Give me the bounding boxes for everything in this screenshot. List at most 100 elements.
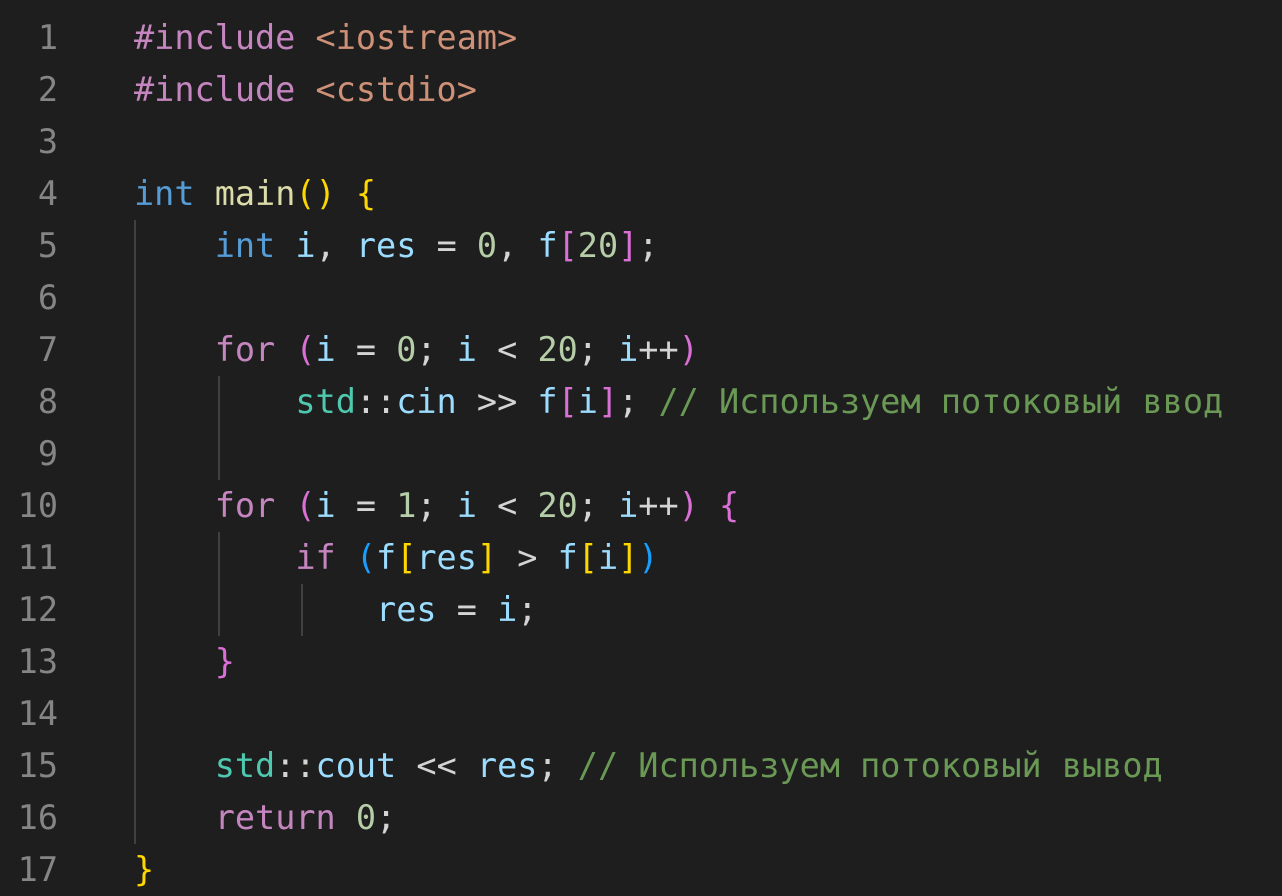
code-line[interactable]: 10 for (i = 1; i < 20; i++) { (0, 480, 1282, 532)
code-token: = (436, 590, 498, 629)
code-token: f (537, 382, 558, 421)
code-token: ; (618, 382, 659, 421)
code-token: ; (577, 330, 619, 369)
code-line[interactable]: 9 (0, 428, 1282, 480)
code-token: int (134, 174, 195, 213)
line-number: 3 (37, 122, 58, 161)
code-token: [ (557, 382, 578, 421)
line-number: 17 (17, 850, 58, 889)
code-token: :: (355, 382, 397, 421)
code-line[interactable]: 7 for (i = 0; i < 20; i++) (0, 324, 1282, 376)
code-token: 1 (396, 486, 417, 525)
code-token: ( (295, 486, 316, 525)
line-code: #include <iostream> (134, 12, 517, 64)
code-token: if (295, 538, 336, 577)
line-number: 2 (37, 70, 58, 109)
code-token: ] (476, 538, 498, 577)
code-token: 0 (355, 798, 377, 837)
code-token: , (497, 226, 538, 265)
code-token: cout (315, 746, 397, 785)
code-token: <cstdio> (315, 70, 477, 109)
line-number: 8 (37, 382, 58, 421)
code-token: ; (638, 226, 659, 265)
line-code: int i, res = 0, f[20]; (134, 220, 659, 272)
code-token: ] (618, 538, 639, 577)
line-number: 14 (17, 694, 58, 733)
line-code: std::cin >> f[i]; // Используем потоковы… (134, 376, 1223, 428)
code-token: #include (134, 18, 296, 57)
code-token: i (597, 538, 619, 577)
code-token: #include (134, 70, 296, 109)
code-token: [ (396, 538, 417, 577)
code-token: ++ (638, 486, 679, 525)
code-line[interactable]: 6 (0, 272, 1282, 324)
code-token: ] (597, 382, 619, 421)
code-editor[interactable]: 1 #include <iostream> 2 #include <cstdio> 3 4… (0, 12, 1282, 892)
code-lines: 1 #include <iostream> 2 #include <cstdio> 3 4… (0, 12, 1282, 896)
code-token: [ (577, 538, 598, 577)
code-token: 20 (537, 330, 578, 369)
code-token: i (456, 486, 477, 525)
code-line[interactable]: 13 } (0, 636, 1282, 688)
code-line[interactable]: 5 int i, res = 0, f[20]; (0, 220, 1282, 272)
code-line[interactable]: 15 std::cout << res; // Используем поток… (0, 740, 1282, 792)
code-line[interactable]: 2 #include <cstdio> (0, 64, 1282, 116)
code-line[interactable]: 14 (0, 688, 1282, 740)
code-token: ; (517, 590, 538, 629)
code-line[interactable]: 17} (0, 844, 1282, 896)
line-code: for (i = 1; i < 20; i++) { (134, 480, 739, 532)
code-line[interactable]: 11 if (f[res] > f[i]) (0, 532, 1282, 584)
code-token: ++ (638, 330, 679, 369)
code-token: f (376, 538, 397, 577)
code-token: , (315, 226, 356, 265)
code-token: } (214, 642, 235, 681)
line-code: for (i = 0; i < 20; i++) (134, 324, 699, 376)
line-number: 16 (17, 798, 58, 837)
code-line[interactable]: 12 res = i; (0, 584, 1282, 636)
line-code: } (134, 636, 235, 688)
code-token: { (718, 486, 740, 525)
code-token: 0 (476, 226, 498, 265)
code-token: < (476, 330, 538, 369)
code-token: std (214, 746, 276, 785)
code-token: = (416, 226, 477, 265)
code-token: res (376, 590, 437, 629)
code-token: ( (295, 330, 316, 369)
code-token: i (497, 590, 518, 629)
line-code: } (134, 844, 154, 896)
code-token: // Используем потоковый вывод (577, 746, 1163, 785)
code-token: ; (577, 486, 619, 525)
code-token: 20 (537, 486, 578, 525)
code-token: i (315, 330, 336, 369)
code-token: for (214, 330, 276, 369)
code-token: ) (678, 330, 699, 369)
code-line[interactable]: 16 return 0; (0, 792, 1282, 844)
line-number: 10 (17, 486, 58, 525)
code-token: <iostream> (315, 18, 518, 57)
code-token: ) (678, 486, 699, 525)
code-token: cin (396, 382, 457, 421)
code-line[interactable]: 4 int main() { (0, 168, 1282, 220)
code-line[interactable]: 8 std::cin >> f[i]; // Используем потоко… (0, 376, 1282, 428)
code-line[interactable]: 3 (0, 116, 1282, 168)
code-token: < (476, 486, 538, 525)
code-token: return (214, 798, 336, 837)
code-token: for (214, 486, 276, 525)
code-token: res (355, 226, 417, 265)
code-token: f (557, 538, 578, 577)
code-line[interactable]: 1 #include <iostream> (0, 12, 1282, 64)
code-token: > (497, 538, 558, 577)
line-number: 5 (37, 226, 58, 265)
line-number: 4 (37, 174, 58, 213)
